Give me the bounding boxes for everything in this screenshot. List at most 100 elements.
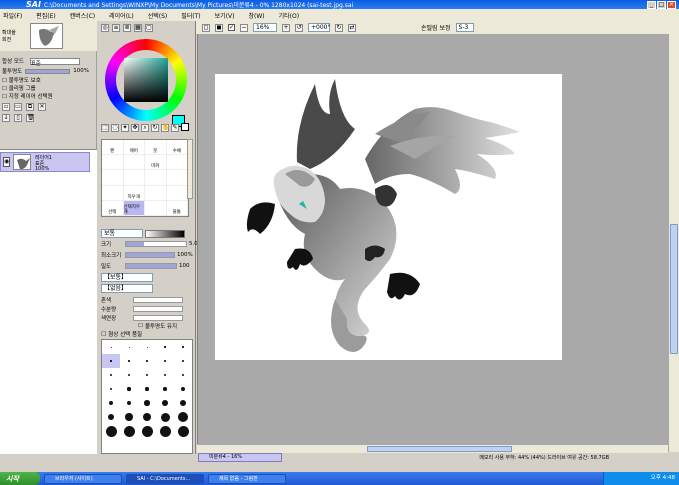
color-wheel[interactable] (105, 39, 187, 121)
brush-size-preset[interactable] (174, 382, 192, 396)
eyedropper-icon[interactable]: ✎ (171, 124, 179, 132)
brush-tool-slot[interactable]: 마커 (145, 155, 167, 171)
zoom-in-icon[interactable]: + (282, 23, 290, 32)
canvas-area[interactable] (197, 34, 668, 444)
brush-size-preset[interactable] (102, 382, 120, 396)
brush-tool-slot[interactable] (145, 185, 167, 201)
trash-icon[interactable]: 🗑 (26, 114, 35, 122)
rgb-slider-icon[interactable]: ≡ (112, 24, 120, 32)
brush-size-preset[interactable] (174, 410, 192, 424)
brush-tool-slot[interactable] (166, 185, 188, 201)
brush-size-preset[interactable] (120, 354, 138, 368)
scratchpad-icon[interactable]: ▢ (145, 24, 153, 32)
brush-size-preset[interactable] (120, 368, 138, 382)
brush-mode-select[interactable]: 보통 (101, 229, 143, 238)
canvas-paper[interactable] (215, 74, 562, 360)
menu-other[interactable]: 기타(O) (279, 11, 299, 20)
brush-tool-slot[interactable] (145, 170, 167, 186)
brush-size-preset[interactable] (156, 424, 174, 438)
brush-size-preset[interactable] (156, 382, 174, 396)
brush-size-preset[interactable] (174, 340, 192, 354)
brush-tool-slot[interactable] (123, 170, 145, 186)
lasso-tool-icon[interactable]: ◌ (111, 124, 119, 132)
water-slider[interactable] (133, 306, 183, 312)
keep-opacity-checkbox[interactable]: ☐ 불투명도 유지 (138, 322, 177, 330)
invert-selection-icon[interactable]: ◼ (215, 23, 223, 32)
brush-size-preset[interactable] (156, 340, 174, 354)
zoom-field[interactable]: 16% (253, 23, 277, 32)
horizontal-scrollbar[interactable] (197, 444, 668, 453)
brush-size-preset[interactable] (138, 340, 156, 354)
brush-size-preset[interactable] (120, 382, 138, 396)
taskbar-item-sai[interactable]: SAI - C:\Documents... (126, 473, 204, 484)
protect-opacity-checkbox[interactable]: ☐ 불투명도 보호 (2, 76, 41, 84)
brush-tool-slot[interactable] (166, 155, 188, 171)
menu-edit[interactable]: 편집(E) (36, 11, 56, 20)
brush-size-preset[interactable] (120, 410, 138, 424)
background-color-swatch[interactable] (181, 123, 189, 131)
brush-size-preset[interactable] (102, 424, 120, 438)
zoom-out-icon[interactable]: − (240, 23, 248, 32)
tool-grid-scrollbar[interactable] (187, 139, 193, 199)
new-folder-icon[interactable]: ▭ (14, 103, 22, 111)
brush-tool-slot[interactable]: 에어 (123, 140, 145, 156)
magic-wand-icon[interactable]: ✦ (121, 124, 129, 132)
taskbar-item-browser[interactable]: 브라우저 (사이트) (44, 473, 122, 484)
rotate-right-icon[interactable]: ↻ (335, 23, 343, 32)
copy-layer-icon[interactable]: ⧉ (26, 103, 34, 111)
brush-tool-slot[interactable]: 선택 (102, 200, 124, 216)
brush-tool-slot[interactable]: 붓 (145, 140, 167, 156)
clear-layer-icon[interactable]: ▯ (14, 114, 22, 122)
delete-layer-icon[interactable]: ✕ (38, 103, 46, 111)
clipping-group-checkbox[interactable]: ☐ 클리핑 그룹 (2, 84, 36, 92)
brush-size-preset[interactable] (156, 396, 174, 410)
brush-tool-slot[interactable] (102, 185, 124, 201)
brush-size-preset[interactable] (138, 396, 156, 410)
brush-size-preset[interactable] (156, 410, 174, 424)
stabilizer-select[interactable]: S-3 (455, 23, 474, 32)
brush-size-preset[interactable] (102, 368, 120, 382)
persistence-slider[interactable] (133, 315, 183, 321)
menu-filter[interactable]: 필터(T) (181, 11, 200, 20)
horizontal-scroll-thumb[interactable] (367, 446, 512, 452)
visibility-eye-icon[interactable]: ◉ (3, 157, 10, 167)
brush-size-preset[interactable] (174, 354, 192, 368)
move-tool-icon[interactable]: ✥ (131, 124, 139, 132)
saturation-value-square[interactable] (124, 58, 168, 102)
brush-size-preset[interactable] (156, 354, 174, 368)
brush-size-preset[interactable] (156, 368, 174, 382)
blend-slider[interactable] (133, 297, 183, 303)
brush-size-preset[interactable] (174, 424, 192, 438)
document-tab[interactable]: 미분류4 - 16% (198, 453, 282, 462)
brush-size-preset[interactable] (174, 368, 192, 382)
start-button[interactable]: 시작 (0, 472, 40, 485)
brush-tool-slot[interactable] (166, 170, 188, 186)
menu-view[interactable]: 보기(V) (215, 11, 235, 20)
brush-size-preset[interactable] (102, 396, 120, 410)
brush-size-preset[interactable] (120, 340, 138, 354)
rotate-field[interactable]: +000° (308, 23, 330, 32)
density-slider[interactable] (125, 263, 177, 269)
selection-tool-icon[interactable]: ⬚ (101, 124, 109, 132)
brush-tool-slot[interactable] (102, 155, 124, 171)
brush-size-preset[interactable] (138, 424, 156, 438)
advanced-settings-toggle[interactable]: □ (101, 331, 106, 337)
show-selection-checkbox[interactable]: ✓ (228, 24, 235, 31)
merge-down-icon[interactable]: ↓ (2, 114, 10, 122)
minimize-button[interactable]: _ (647, 1, 656, 9)
color-wheel-mode-icon[interactable]: ◎ (101, 24, 109, 32)
layer-opacity-slider[interactable] (25, 68, 71, 74)
brush-size-preset[interactable] (102, 340, 120, 354)
brush-tool-slot[interactable] (123, 155, 145, 171)
taskbar-item-paint[interactable]: 제목 없음 - 그림판 (208, 473, 286, 484)
menu-window[interactable]: 창(W) (248, 11, 264, 20)
brush-size-slider[interactable] (125, 241, 187, 247)
rotate-left-icon[interactable]: ↺ (295, 23, 303, 32)
min-size-slider[interactable] (125, 252, 175, 258)
brush-tool-slot[interactable]: 수채 (166, 140, 188, 156)
selection-source-checkbox[interactable]: ☐ 지정 레이어 선택원 (2, 92, 53, 100)
palette-icon[interactable]: ▦ (134, 24, 142, 32)
zoom-tool-icon[interactable]: ⌕ (141, 124, 149, 132)
brush-tool-slot-selected[interactable]: 선택지우개 (123, 200, 145, 216)
menu-layer[interactable]: 레이어(L) (109, 11, 134, 20)
